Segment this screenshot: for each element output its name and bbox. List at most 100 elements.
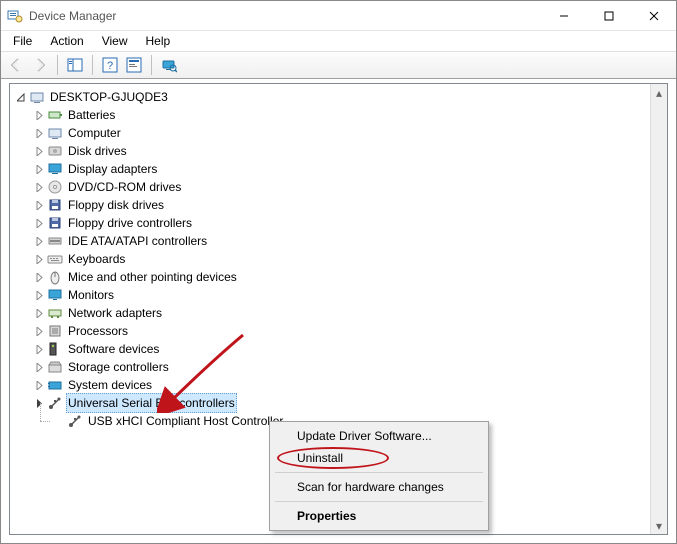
usb-icon bbox=[67, 413, 83, 429]
tree-category[interactable]: Software devices bbox=[10, 340, 667, 358]
tree-category-label: Disk drives bbox=[66, 142, 129, 160]
tree-category-label: Software devices bbox=[66, 340, 161, 358]
context-menu: Update Driver Software...Uninstall Scan f… bbox=[269, 421, 489, 531]
tree-category-label: Keyboards bbox=[66, 250, 127, 268]
expand-toggle[interactable] bbox=[32, 324, 46, 338]
help-button[interactable]: ? bbox=[99, 54, 121, 76]
storage-icon bbox=[47, 359, 63, 375]
window-title: Device Manager bbox=[29, 9, 541, 23]
pc-icon bbox=[47, 125, 63, 141]
expand-toggle[interactable] bbox=[32, 288, 46, 302]
tree-category[interactable]: Mice and other pointing devices bbox=[10, 268, 667, 286]
expand-toggle[interactable] bbox=[32, 270, 46, 284]
expand-toggle[interactable] bbox=[32, 396, 46, 410]
tree-category-label: DVD/CD-ROM drives bbox=[66, 178, 183, 196]
expand-toggle[interactable] bbox=[32, 180, 46, 194]
expand-toggle[interactable] bbox=[32, 108, 46, 122]
expand-toggle[interactable] bbox=[32, 198, 46, 212]
minimize-button[interactable] bbox=[541, 1, 586, 31]
close-button[interactable] bbox=[631, 1, 676, 31]
tree-category-label: Mice and other pointing devices bbox=[66, 268, 239, 286]
tree-category[interactable]: Display adapters bbox=[10, 160, 667, 178]
expand-toggle[interactable] bbox=[14, 90, 28, 104]
device-manager-icon bbox=[7, 8, 23, 24]
net-icon bbox=[47, 305, 63, 321]
tree-category[interactable]: System devices bbox=[10, 376, 667, 394]
tree-category[interactable]: Computer bbox=[10, 124, 667, 142]
toolbar-separator bbox=[57, 55, 58, 75]
context-menu-item[interactable]: Update Driver Software... bbox=[273, 425, 485, 447]
expand-toggle[interactable] bbox=[32, 252, 46, 266]
ide-icon bbox=[47, 233, 63, 249]
tree-category[interactable]: Processors bbox=[10, 322, 667, 340]
toolbar-separator bbox=[151, 55, 152, 75]
computer-icon bbox=[29, 89, 45, 105]
expand-toggle[interactable] bbox=[32, 234, 46, 248]
menu-view[interactable]: View bbox=[94, 32, 136, 50]
tree-category-label: Monitors bbox=[66, 286, 116, 304]
context-menu-item[interactable]: Scan for hardware changes bbox=[273, 476, 485, 498]
toolbar: ? bbox=[1, 51, 676, 79]
tree-category-label: Storage controllers bbox=[66, 358, 171, 376]
floppy-icon bbox=[47, 197, 63, 213]
expand-toggle[interactable] bbox=[32, 342, 46, 356]
tree-category[interactable]: Batteries bbox=[10, 106, 667, 124]
floppy-icon bbox=[47, 215, 63, 231]
usb-icon bbox=[47, 395, 63, 411]
disk-icon bbox=[47, 143, 63, 159]
maximize-button[interactable] bbox=[586, 1, 631, 31]
show-hide-console-button[interactable] bbox=[64, 54, 86, 76]
menu-file[interactable]: File bbox=[5, 32, 40, 50]
context-menu-item[interactable]: Properties bbox=[273, 505, 485, 527]
mouse-icon bbox=[47, 269, 63, 285]
dvd-icon bbox=[47, 179, 63, 195]
tree-category-label: Universal Serial Bus controllers bbox=[66, 393, 237, 413]
window-buttons bbox=[541, 1, 676, 31]
toolbar-separator bbox=[92, 55, 93, 75]
tree-category-label: Processors bbox=[66, 322, 130, 340]
tree-category-label: Floppy disk drives bbox=[66, 196, 166, 214]
tree-root[interactable]: DESKTOP-GJUQDE3 bbox=[10, 88, 667, 106]
sys-icon bbox=[47, 377, 63, 393]
monitor-icon bbox=[47, 287, 63, 303]
svg-text:?: ? bbox=[107, 60, 113, 72]
properties-toolbar-button[interactable] bbox=[123, 54, 145, 76]
menubar: File Action View Help bbox=[1, 31, 676, 51]
expand-toggle[interactable] bbox=[32, 144, 46, 158]
expand-toggle[interactable] bbox=[32, 216, 46, 230]
expand-toggle[interactable] bbox=[32, 126, 46, 140]
battery-icon bbox=[47, 107, 63, 123]
tree-category[interactable]: Floppy disk drives bbox=[10, 196, 667, 214]
nav-forward-button[interactable] bbox=[29, 54, 51, 76]
tree-category[interactable]: Monitors bbox=[10, 286, 667, 304]
tree-category[interactable]: DVD/CD-ROM drives bbox=[10, 178, 667, 196]
expand-toggle[interactable] bbox=[32, 306, 46, 320]
scroll-down-button[interactable]: ▾ bbox=[651, 517, 667, 534]
tree-category[interactable]: Disk drives bbox=[10, 142, 667, 160]
menu-action[interactable]: Action bbox=[42, 32, 91, 50]
scan-hardware-button[interactable] bbox=[158, 54, 180, 76]
display-icon bbox=[47, 161, 63, 177]
tree-category-label: System devices bbox=[66, 376, 154, 394]
tree-device-label: USB xHCI Compliant Host Controller bbox=[86, 412, 285, 430]
nav-back-button[interactable] bbox=[5, 54, 27, 76]
menu-help[interactable]: Help bbox=[138, 32, 179, 50]
expand-toggle[interactable] bbox=[32, 162, 46, 176]
device-tree[interactable]: DESKTOP-GJUQDE3BatteriesComputerDisk dri… bbox=[10, 84, 667, 434]
tree-category[interactable]: Network adapters bbox=[10, 304, 667, 322]
tree-category[interactable]: Floppy drive controllers bbox=[10, 214, 667, 232]
cpu-icon bbox=[47, 323, 63, 339]
tree-category[interactable]: IDE ATA/ATAPI controllers bbox=[10, 232, 667, 250]
expand-toggle[interactable] bbox=[32, 378, 46, 392]
tree-category-label: Batteries bbox=[66, 106, 117, 124]
tree-category[interactable]: Keyboards bbox=[10, 250, 667, 268]
tree-category[interactable]: Storage controllers bbox=[10, 358, 667, 376]
expand-toggle[interactable] bbox=[32, 360, 46, 374]
context-menu-item[interactable]: Uninstall bbox=[273, 447, 485, 469]
tree-category[interactable]: Universal Serial Bus controllers bbox=[10, 394, 667, 412]
context-menu-separator bbox=[275, 472, 483, 473]
titlebar: Device Manager bbox=[1, 1, 676, 31]
tree-root-label: DESKTOP-GJUQDE3 bbox=[48, 88, 170, 106]
expand-toggle bbox=[52, 414, 66, 428]
tree-category-label: IDE ATA/ATAPI controllers bbox=[66, 232, 209, 250]
